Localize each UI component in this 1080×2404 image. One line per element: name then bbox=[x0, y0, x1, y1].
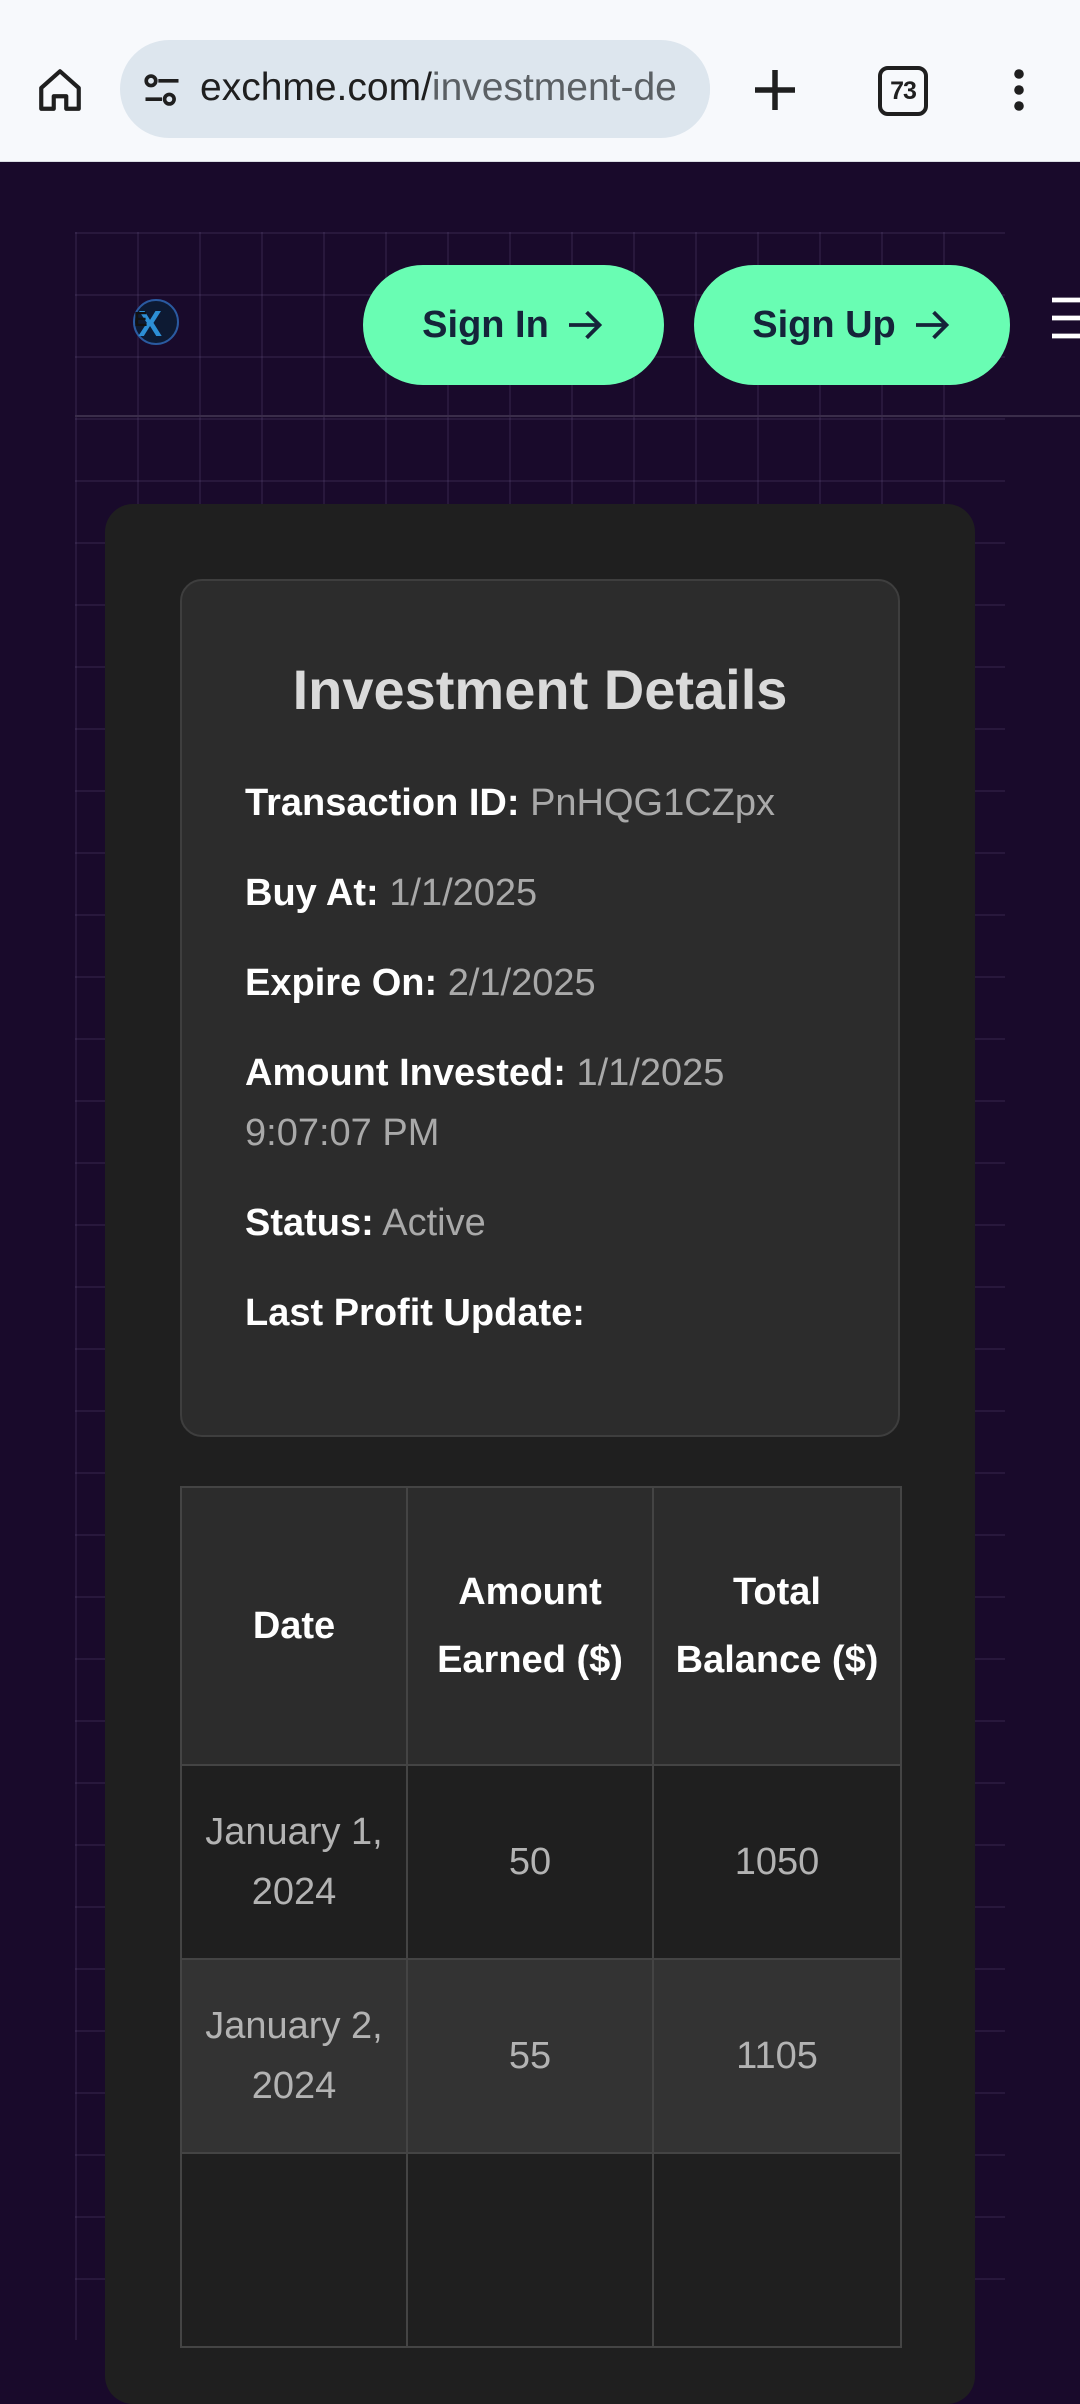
url-text: exchme.com/investment-de bbox=[200, 66, 677, 110]
column-header-amount-earned: Amount Earned ($) bbox=[406, 1486, 654, 1766]
header-divider bbox=[75, 415, 1080, 417]
url-host: exchme.com/ bbox=[200, 66, 432, 109]
field-label: Expire On: bbox=[245, 962, 438, 1004]
buy-at-row: Buy At: 1/1/2025 bbox=[245, 863, 805, 923]
cell-total-balance: 1050 bbox=[652, 1764, 902, 1960]
arrow-right-icon bbox=[915, 310, 949, 340]
field-label: Buy At: bbox=[245, 872, 379, 914]
table-row: January 1, 2024 50 1050 bbox=[180, 1764, 902, 1960]
sign-up-button[interactable]: Sign Up bbox=[694, 265, 1010, 385]
expire-on-row: Expire On: 2/1/2025 bbox=[245, 953, 805, 1013]
table-row bbox=[180, 2152, 902, 2348]
cell-date: January 2, 2024 bbox=[180, 1958, 408, 2154]
sign-up-label: Sign Up bbox=[752, 303, 896, 346]
site-settings-icon[interactable] bbox=[140, 68, 184, 112]
last-profit-update-row: Last Profit Update: bbox=[245, 1283, 805, 1343]
status-value: Active bbox=[382, 1202, 486, 1244]
page-content: X E Sign In Sign Up Investment Details T… bbox=[0, 162, 1080, 2404]
table-row: January 2, 2024 55 1105 bbox=[180, 1958, 902, 2154]
more-options-icon[interactable] bbox=[1004, 66, 1034, 114]
site-logo-icon[interactable]: X E bbox=[130, 294, 186, 350]
cell-amount-earned: 50 bbox=[406, 1764, 654, 1960]
cell-amount-earned bbox=[406, 2152, 654, 2348]
investment-details-panel: Investment Details Transaction ID: PnHQG… bbox=[180, 579, 900, 1437]
cell-total-balance: 1105 bbox=[652, 1958, 902, 2154]
earnings-table: Date Amount Earned ($) Total Balance ($)… bbox=[180, 1486, 902, 2348]
column-header-total-balance: Total Balance ($) bbox=[652, 1486, 902, 1766]
status-row: Status: Active bbox=[245, 1193, 805, 1253]
page-title: Investment Details bbox=[292, 658, 788, 721]
cell-date: January 1, 2024 bbox=[180, 1764, 408, 1960]
new-tab-icon[interactable] bbox=[745, 60, 805, 120]
cell-total-balance bbox=[652, 2152, 902, 2348]
url-path: investment-de bbox=[431, 66, 677, 109]
tab-count: 73 bbox=[890, 76, 917, 105]
home-icon[interactable] bbox=[28, 58, 92, 122]
field-value: 2/1/2025 bbox=[447, 962, 596, 1004]
hamburger-menu-icon[interactable] bbox=[1048, 292, 1080, 344]
url-fade bbox=[680, 40, 710, 138]
field-value: PnHQG1CZpx bbox=[530, 782, 776, 824]
cell-amount-earned: 55 bbox=[406, 1958, 654, 2154]
arrow-right-icon bbox=[568, 310, 602, 340]
field-label: Amount Invested: bbox=[245, 1052, 566, 1094]
column-header-date: Date bbox=[180, 1486, 408, 1766]
field-label: Status: bbox=[245, 1202, 374, 1244]
investment-card: Investment Details Transaction ID: PnHQG… bbox=[105, 504, 975, 2404]
sign-in-button[interactable]: Sign In bbox=[363, 265, 664, 385]
address-bar[interactable]: exchme.com/investment-de bbox=[120, 40, 710, 138]
browser-toolbar: exchme.com/investment-de 73 bbox=[0, 0, 1080, 162]
transaction-id-row: Transaction ID: PnHQG1CZpx bbox=[245, 773, 805, 833]
field-value: 1/1/2025 bbox=[389, 872, 538, 914]
svg-text:E: E bbox=[134, 309, 147, 331]
cell-date bbox=[180, 2152, 408, 2348]
tab-switcher-button[interactable]: 73 bbox=[878, 66, 928, 116]
table-header-row: Date Amount Earned ($) Total Balance ($) bbox=[180, 1486, 902, 1766]
field-label: Transaction ID: bbox=[245, 782, 520, 824]
sign-in-label: Sign In bbox=[422, 303, 549, 346]
field-label: Last Profit Update: bbox=[245, 1292, 585, 1334]
amount-invested-row: Amount Invested: 1/1/2025 9:07:07 PM bbox=[245, 1043, 785, 1163]
